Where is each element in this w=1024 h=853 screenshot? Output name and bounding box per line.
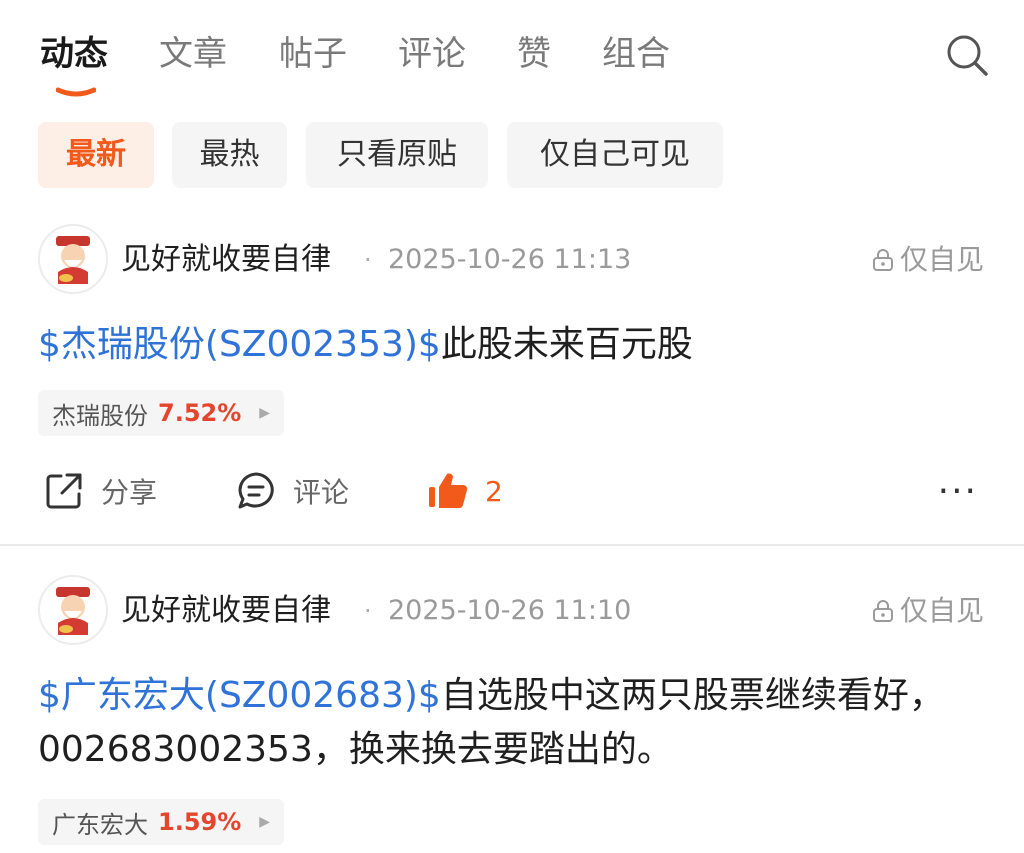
active-tab-indicator [56,87,96,97]
stock-name: 广东宏大 [52,810,148,839]
post-text: 此股未来百元股 [440,324,693,365]
tab-articles[interactable]: 文章 [159,28,227,80]
author-name[interactable]: 见好就收要自律 [121,240,331,280]
author-name[interactable]: 见好就收要自律 [121,591,331,631]
tab-comments[interactable]: 评论 [398,28,466,80]
avatar-fortune-god-icon [40,226,106,292]
tab-likes[interactable]: 赞 [517,28,551,80]
more-icon[interactable]: ··· [938,474,978,510]
stock-quote-chip[interactable]: 广东宏大 1.59% ▶ [38,799,285,845]
stock-link[interactable]: $广东宏大(SZ002683)$ [38,675,441,716]
post-time: 2025-10-26 11:10 [388,595,632,626]
thumbs-up-icon [429,473,468,509]
stock-name: 杰瑞股份 [52,401,148,430]
share-icon [46,473,82,509]
privacy-text: 仅自见 [899,594,984,627]
stock-quote-chip[interactable]: 杰瑞股份 7.52% ▶ [38,390,285,436]
avatar[interactable] [38,575,108,645]
filter-original-only[interactable]: 只看原贴 [306,122,488,188]
tab-portfolio[interactable]: 组合 [602,28,670,80]
post-content[interactable]: $杰瑞股份(SZ002353)$此股未来百元股 [38,318,988,372]
separator-dot: · [364,597,372,625]
filter-self-visible[interactable]: 仅自己可见 [507,122,723,188]
filter-hot[interactable]: 最热 [172,122,287,188]
like-button[interactable]: 2 [427,470,503,512]
privacy-label: 仅自见 [870,240,984,280]
stock-change: 7.52% [158,399,242,427]
privacy-text: 仅自见 [899,243,984,276]
search-icon[interactable] [944,32,990,78]
share-button[interactable]: 分享 [43,470,157,512]
lock-icon [872,249,893,271]
stock-link[interactable]: $杰瑞股份(SZ002353)$ [38,324,441,365]
like-count: 2 [485,474,503,508]
caret-right-icon: ▶ [259,405,271,421]
privacy-label: 仅自见 [870,591,984,631]
comment-button[interactable]: 评论 [235,470,349,512]
stock-change: 1.59% [158,808,242,836]
post-time: 2025-10-26 11:13 [388,244,632,275]
avatar[interactable] [38,224,108,294]
avatar-fortune-god-icon [40,577,106,643]
filter-latest[interactable]: 最新 [38,122,154,188]
comment-icon [238,472,274,509]
share-label: 分享 [101,476,158,509]
tab-dynamics[interactable]: 动态 [40,28,108,80]
post-content[interactable]: $广东宏大(SZ002683)$自选股中这两只股票继续看好，0026830023… [38,669,988,777]
separator-dot: · [364,246,372,274]
tab-posts[interactable]: 帖子 [279,28,347,80]
caret-right-icon: ▶ [259,814,271,830]
divider [0,544,1024,546]
comment-label: 评论 [293,476,350,509]
lock-icon [872,600,893,622]
